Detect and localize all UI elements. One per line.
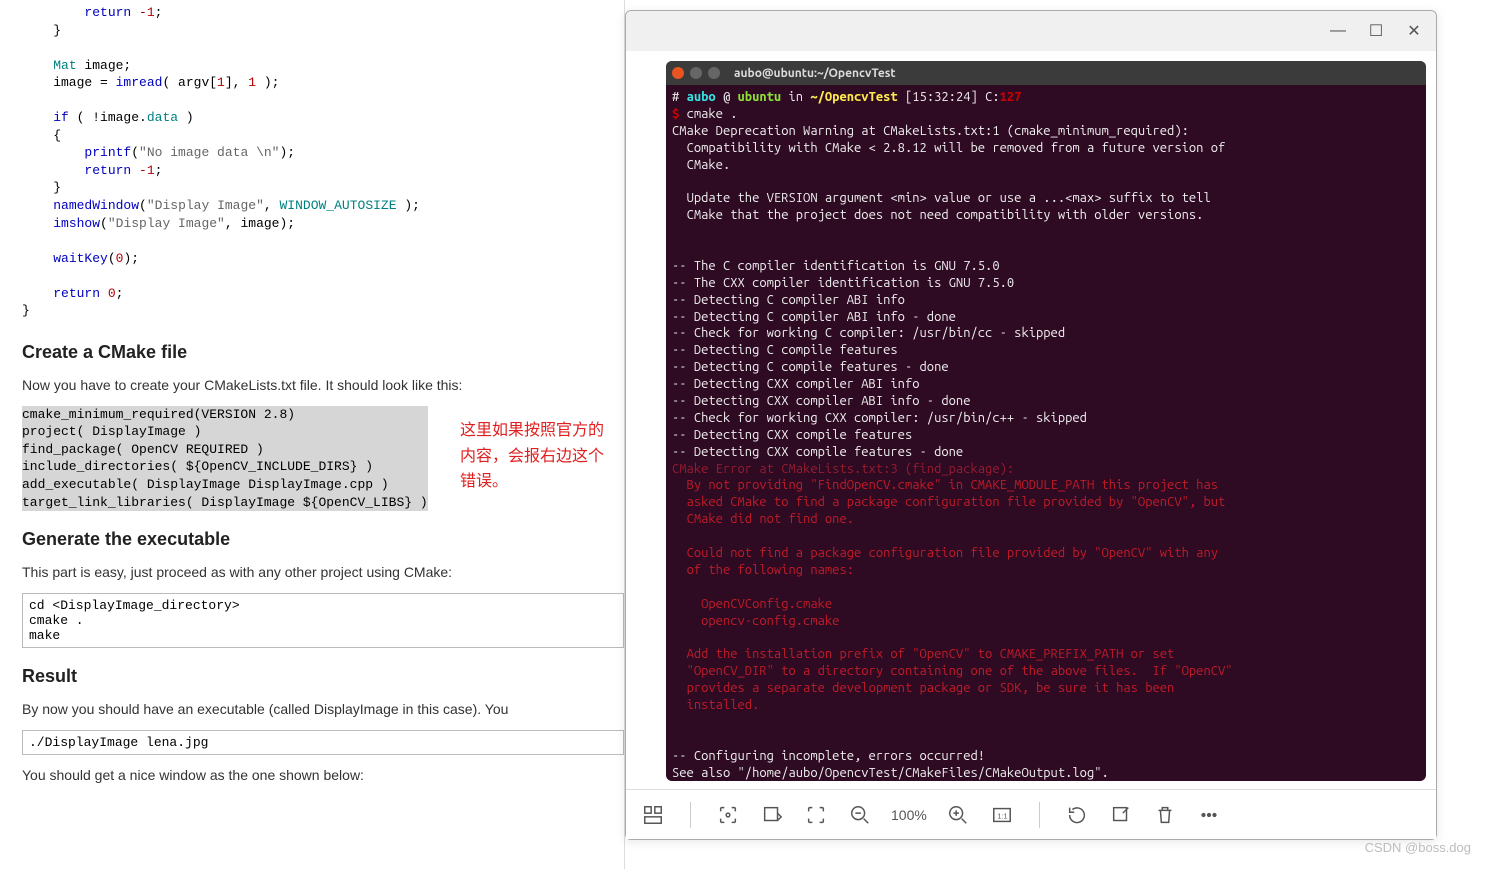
t-line: -- Detecting C compile features - done (672, 360, 949, 374)
minimize-icon: — (1330, 22, 1346, 40)
para-result1: By now you should have an executable (ca… (22, 699, 624, 720)
t-line: -- Check for working C compiler: /usr/bi… (672, 326, 1065, 340)
zoom-level[interactable]: 100% (891, 807, 927, 823)
generate-code-block: cd <DisplayImage_directory> cmake . make (22, 593, 624, 648)
toolbar-separator (690, 802, 691, 828)
maximize-button[interactable]: ☐ (1364, 19, 1388, 43)
t-error-line: By not providing "FindOpenCV.cmake" in C… (672, 478, 1218, 492)
t-error-line: Add the installation prefix of "OpenCV" … (672, 647, 1174, 661)
prompt-path: ~/OpencvTest (810, 90, 897, 104)
terminal-title: aubo@ubuntu:~/OpencvTest (734, 67, 896, 80)
t-line: Update the VERSION argument <min> value … (672, 191, 1211, 205)
t-line: CMake Deprecation Warning at CMakeLists.… (672, 124, 1189, 138)
terminal-close-icon[interactable] (672, 67, 684, 79)
minimize-button[interactable]: — (1326, 19, 1350, 43)
heading-cmake: Create a CMake file (22, 342, 624, 363)
maximize-icon: ☐ (1369, 21, 1383, 41)
zoom-out-icon[interactable] (847, 802, 873, 828)
t-line: -- The CXX compiler identification is GN… (672, 276, 1014, 290)
para-cmake: Now you have to create your CMakeLists.t… (22, 375, 624, 396)
t-line: -- The C compiler identification is GNU … (672, 259, 1000, 273)
watermark: CSDN @boss.dog (1365, 840, 1471, 855)
t-error-line: "OpenCV_DIR" to a directory containing o… (672, 664, 1233, 678)
t-line: -- Check for working CXX compiler: /usr/… (672, 411, 1087, 425)
t-line: -- Configuring incomplete, errors occurr… (672, 749, 985, 763)
window-titlebar[interactable]: — ☐ ✕ (626, 11, 1436, 51)
t-line: Compatibility with CMake < 2.8.12 will b… (672, 141, 1225, 155)
t-line: -- Detecting CXX compile features (672, 428, 912, 442)
note-line2: 内容，会报右边这个 (460, 448, 604, 465)
t-line: -- Detecting CXX compiler ABI info - don… (672, 394, 970, 408)
run-code-block: ./DisplayImage lena.jpg (22, 730, 624, 755)
t-line: CMake that the project does not need com… (672, 208, 1203, 222)
delete-icon[interactable] (1152, 802, 1178, 828)
terminal-window: aubo@ubuntu:~/OpencvTest # aubo @ ubuntu… (666, 61, 1426, 781)
cpp-code-block: return -1; } Mat image; image = imread( … (22, 0, 624, 324)
svg-text:1:1: 1:1 (997, 811, 1007, 820)
heading-generate: Generate the executable (22, 529, 624, 550)
t-line: -- Detecting C compiler ABI info (672, 293, 905, 307)
prompt-host: ubuntu (738, 90, 782, 104)
t-error-head: CMake Error at CMakeLists.txt:3 (find_pa… (672, 462, 1014, 476)
documentation-panel: return -1; } Mat image; image = imread( … (0, 0, 625, 869)
t-line: CMake. (672, 158, 730, 172)
para-result2: You should get a nice window as the one … (22, 765, 624, 786)
t-error-line: Could not find a package configuration f… (672, 546, 1218, 560)
para-generate: This part is easy, just proceed as with … (22, 562, 624, 583)
terminal-minimize-icon[interactable] (690, 67, 702, 79)
close-icon: ✕ (1407, 21, 1420, 41)
note-line1: 这里如果按照官方的 (460, 422, 604, 439)
t-error-line: installed. (672, 698, 759, 712)
t-error-line: provides a separate development package … (672, 681, 1174, 695)
terminal-maximize-icon[interactable] (708, 67, 720, 79)
close-button[interactable]: ✕ (1402, 19, 1426, 43)
t-line: -- Detecting CXX compile features - done (672, 445, 963, 459)
t-line: -- Detecting C compile features (672, 343, 898, 357)
cmake-code-block[interactable]: cmake_minimum_required(VERSION 2.8) proj… (22, 406, 428, 511)
t-line: See also "/home/aubo/OpencvTest/CMakeFil… (672, 766, 1109, 780)
prompt-cval: 127 (1000, 90, 1022, 104)
thumbnail-view-icon[interactable] (640, 802, 666, 828)
note-line3: 错误。 (460, 473, 508, 490)
t-error-line: asked CMake to find a package configurat… (672, 495, 1225, 509)
heading-result: Result (22, 666, 624, 687)
zoom-in-icon[interactable] (945, 802, 971, 828)
scan-icon[interactable] (715, 802, 741, 828)
viewer-toolbar: 100% 1:1 (626, 789, 1436, 839)
prompt-user: aubo (687, 90, 716, 104)
terminal-titlebar[interactable]: aubo@ubuntu:~/OpencvTest (666, 61, 1426, 85)
toolbar-separator (1039, 802, 1040, 828)
terminal-cmd: cmake . (687, 107, 738, 121)
t-error-line: OpenCVConfig.cmake (672, 597, 832, 611)
edit-icon[interactable] (1108, 802, 1134, 828)
rotate-icon[interactable] (1064, 802, 1090, 828)
prompt-c: C: (985, 90, 1000, 104)
export-icon[interactable] (759, 802, 785, 828)
prompt-time: [15:32:24] (905, 90, 978, 104)
t-line: -- Detecting C compiler ABI info - done (672, 310, 956, 324)
t-error-line: CMake did not find one. (672, 512, 854, 526)
t-line: -- Detecting CXX compiler ABI info (672, 377, 920, 391)
t-error-line: of the following names: (672, 563, 854, 577)
actual-size-icon[interactable]: 1:1 (989, 802, 1015, 828)
terminal-body[interactable]: # aubo @ ubuntu in ~/OpencvTest [15:32:2… (666, 85, 1426, 781)
crop-icon[interactable] (803, 802, 829, 828)
annotation-note: 这里如果按照官方的 内容，会报右边这个 错误。 (460, 418, 630, 495)
t-error-line: opencv-config.cmake (672, 614, 839, 628)
image-viewer-window: — ☐ ✕ aubo@ubuntu:~/OpencvTest # aubo @ … (625, 10, 1437, 840)
more-icon[interactable] (1196, 802, 1222, 828)
